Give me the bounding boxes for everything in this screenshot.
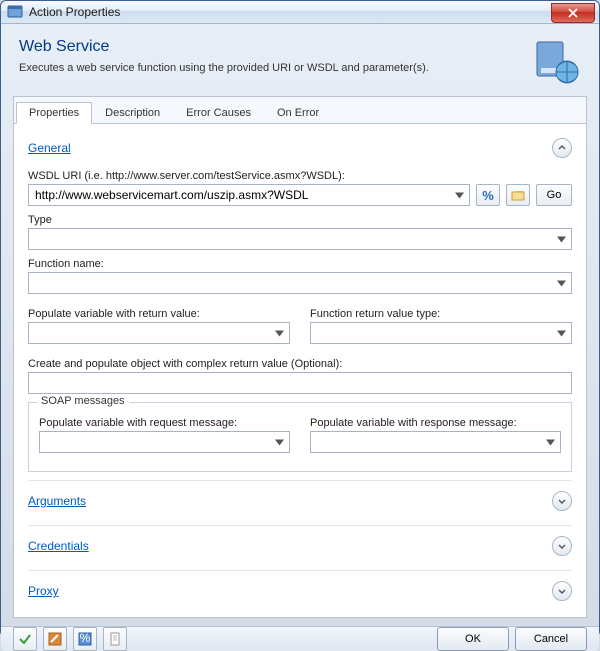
soap-request-label: Populate variable with request message:: [39, 417, 290, 429]
cancel-button[interactable]: Cancel: [515, 627, 587, 651]
document-icon-button[interactable]: [103, 627, 127, 651]
tab-error-causes[interactable]: Error Causes: [173, 102, 264, 124]
tab-description[interactable]: Description: [92, 102, 173, 124]
chevron-down-icon[interactable]: [554, 276, 569, 291]
section-proxy-link[interactable]: Proxy: [28, 584, 59, 598]
complex-return-label: Create and populate object with complex …: [28, 358, 572, 370]
function-name-combo[interactable]: [28, 272, 572, 294]
percent-icon-button[interactable]: %: [476, 184, 500, 206]
section-general-header: General: [28, 134, 572, 164]
soap-response-label: Populate variable with response message:: [310, 417, 561, 429]
wsdl-uri-value: http://www.webservicemart.com/uszip.asmx…: [35, 188, 308, 202]
chevron-down-icon[interactable]: [543, 435, 558, 450]
dialog-window: Action Properties Web Service Executes a…: [0, 0, 600, 637]
populate-return-label: Populate variable with return value:: [28, 308, 290, 320]
dialog-header: Web Service Executes a web service funct…: [1, 24, 599, 96]
function-name-label: Function name:: [28, 258, 572, 270]
page-title: Web Service: [19, 38, 521, 56]
soap-response-combo[interactable]: [310, 431, 561, 453]
edit-icon-button[interactable]: [43, 627, 67, 651]
section-credentials-link[interactable]: Credentials: [28, 539, 89, 553]
expand-proxy-button[interactable]: [552, 581, 572, 601]
expand-credentials-button[interactable]: [552, 536, 572, 556]
section-general-link[interactable]: General: [28, 141, 71, 155]
soap-request-combo[interactable]: [39, 431, 290, 453]
tab-content: General WSDL URI (i.e. http://www.server…: [14, 124, 586, 617]
chevron-down-icon[interactable]: [272, 435, 287, 450]
tab-properties[interactable]: Properties: [16, 102, 92, 124]
populate-return-combo[interactable]: [28, 322, 290, 344]
soap-messages-group: SOAP messages Populate variable with req…: [28, 402, 572, 472]
close-button[interactable]: [551, 3, 595, 23]
chevron-down-icon[interactable]: [554, 232, 569, 247]
wsdl-uri-label: WSDL URI (i.e. http://www.server.com/tes…: [28, 170, 572, 182]
validate-icon-button[interactable]: [13, 627, 37, 651]
web-service-icon: [533, 38, 581, 86]
chevron-down-icon[interactable]: [554, 326, 569, 341]
soap-legend: SOAP messages: [37, 395, 129, 407]
wsdl-uri-input[interactable]: http://www.webservicemart.com/uszip.asmx…: [28, 184, 470, 206]
browse-folder-button[interactable]: [506, 184, 530, 206]
return-type-combo[interactable]: [310, 322, 572, 344]
go-button[interactable]: Go: [536, 184, 572, 206]
titlebar[interactable]: Action Properties: [1, 1, 599, 24]
chevron-down-icon[interactable]: [452, 188, 467, 203]
chevron-down-icon[interactable]: [272, 326, 287, 341]
type-combo[interactable]: [28, 228, 572, 250]
page-description: Executes a web service function using th…: [19, 62, 521, 74]
ok-button[interactable]: OK: [437, 627, 509, 651]
complex-return-input[interactable]: [28, 372, 572, 394]
tab-on-error[interactable]: On Error: [264, 102, 332, 124]
window-title: Action Properties: [29, 5, 551, 19]
app-icon: [7, 4, 23, 20]
section-arguments-link[interactable]: Arguments: [28, 494, 86, 508]
dialog-footer: % OK Cancel: [1, 626, 599, 651]
vars-icon-button[interactable]: %: [73, 627, 97, 651]
collapse-general-button[interactable]: [552, 138, 572, 158]
tab-strip: Properties Description Error Causes On E…: [14, 97, 586, 124]
type-label: Type: [28, 214, 572, 226]
expand-arguments-button[interactable]: [552, 491, 572, 511]
return-type-label: Function return value type:: [310, 308, 572, 320]
svg-text:%: %: [80, 632, 91, 645]
tab-container: Properties Description Error Causes On E…: [13, 96, 587, 618]
